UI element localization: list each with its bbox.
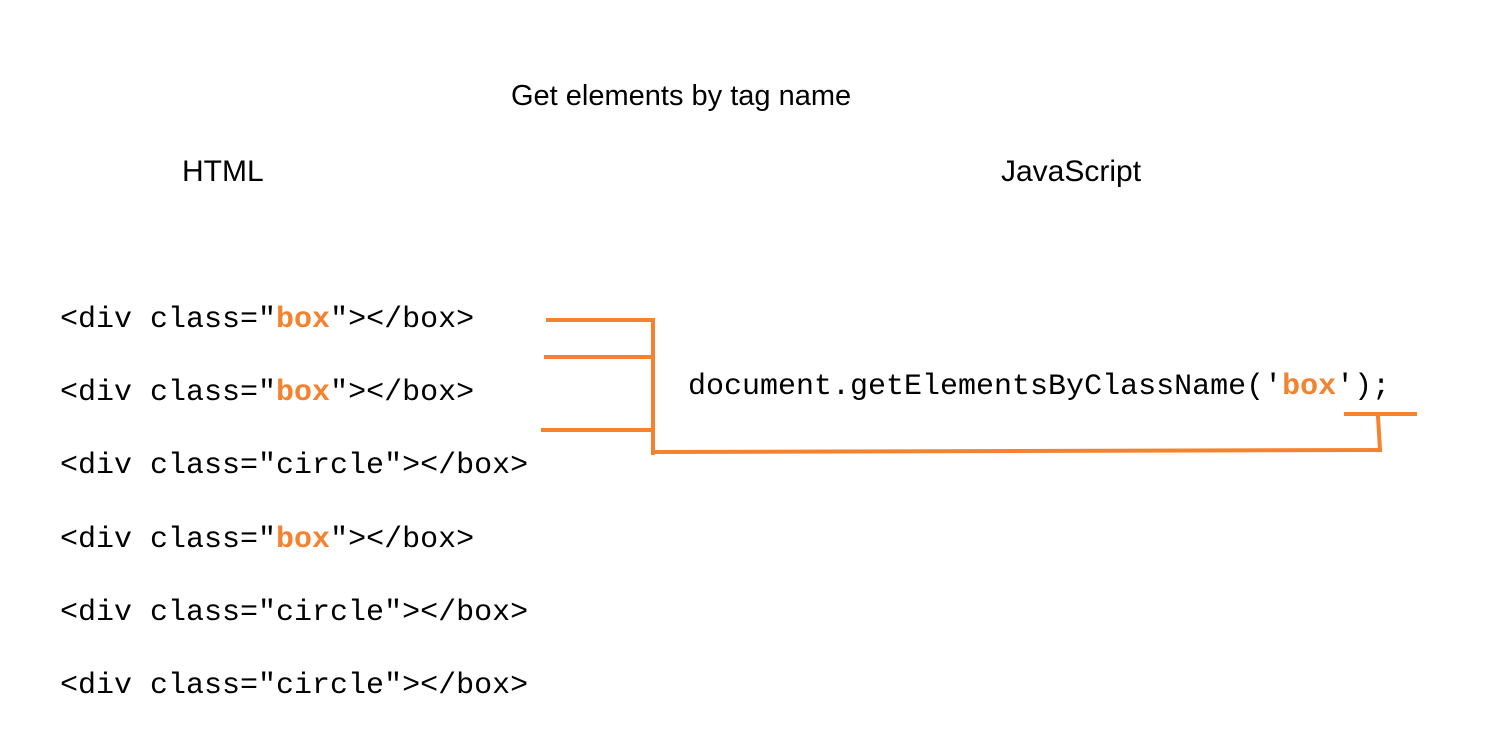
connector-riser bbox=[1375, 413, 1383, 453]
connector-lines bbox=[541, 318, 1417, 455]
connector-bottom bbox=[650, 447, 1383, 455]
